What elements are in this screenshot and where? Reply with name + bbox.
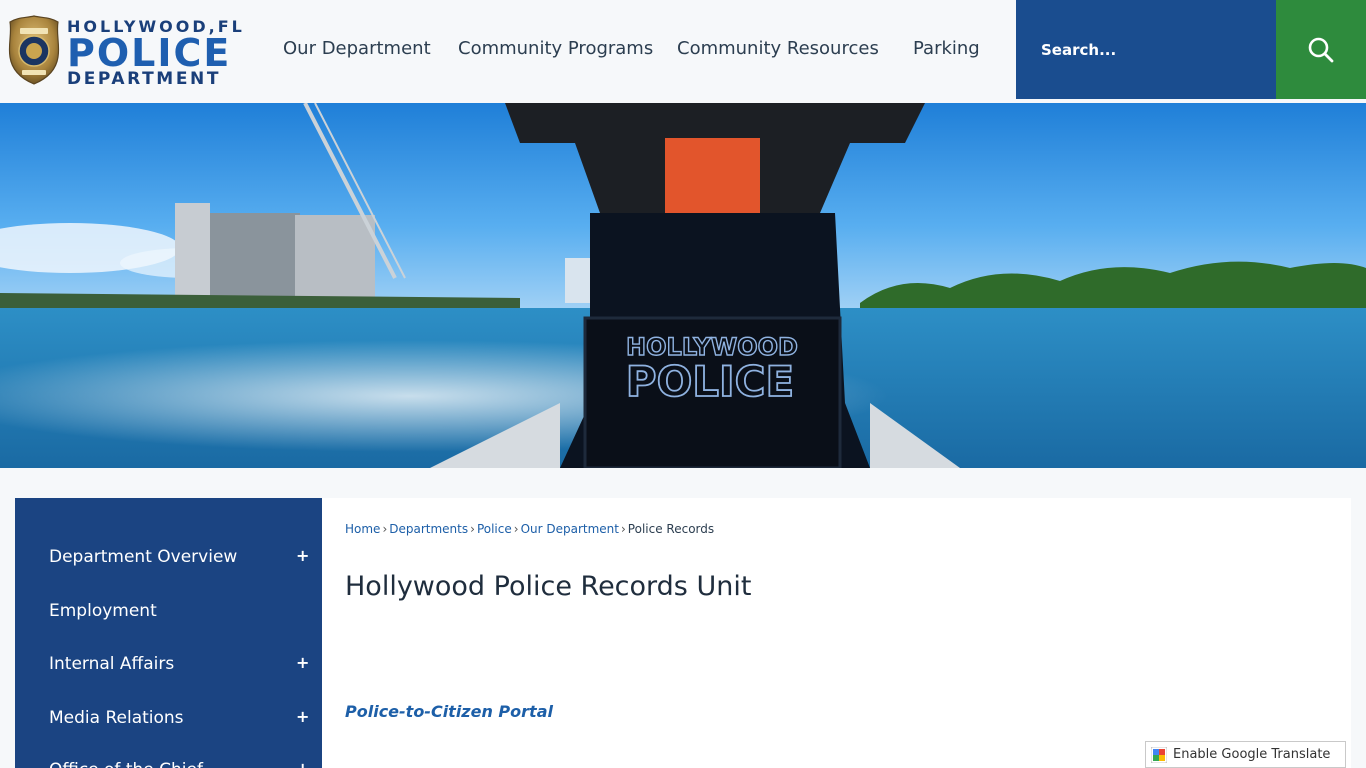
hero-banner: HOLLYWOOD POLICE: [0, 103, 1366, 468]
breadcrumb-current: Police Records: [627, 522, 715, 536]
sidebar-item-label: Employment: [49, 601, 157, 621]
translate-label: Enable Google Translate: [1173, 747, 1331, 762]
boat-text-police: POLICE: [626, 357, 794, 406]
search-input[interactable]: [1016, 0, 1276, 99]
expand-plus-icon[interactable]: +: [296, 546, 309, 565]
hero-image: HOLLYWOOD POLICE: [0, 103, 1366, 468]
breadcrumb-police[interactable]: Police: [477, 522, 512, 536]
sidebar-item-department-overview[interactable]: Department Overview +: [15, 533, 322, 585]
sidebar-item-label: Media Relations: [49, 708, 184, 728]
nav-community-resources[interactable]: Community Resources: [677, 38, 879, 59]
nav-our-department[interactable]: Our Department: [283, 38, 431, 59]
police-badge-icon: [8, 15, 60, 85]
sidebar-item-internal-affairs[interactable]: Internal Affairs +: [15, 640, 322, 692]
breadcrumb-our-department[interactable]: Our Department: [521, 522, 619, 536]
expand-plus-icon[interactable]: +: [296, 653, 309, 672]
expand-plus-icon[interactable]: +: [296, 707, 309, 726]
expand-plus-icon[interactable]: +: [296, 759, 309, 768]
sidebar-item-label: Office of the Chief: [49, 760, 203, 768]
site-logo[interactable]: HOLLYWOOD,FL POLICE DEPARTMENT: [8, 14, 248, 88]
breadcrumb-home[interactable]: Home: [345, 522, 380, 536]
page-title: Hollywood Police Records Unit: [345, 571, 752, 602]
logo-wordmark: HOLLYWOOD,FL POLICE DEPARTMENT: [67, 18, 245, 89]
google-translate-icon: [1151, 746, 1167, 763]
breadcrumb: Home › Departments › Police › Our Department › P…: [345, 522, 715, 536]
nav-parking[interactable]: Parking: [913, 38, 980, 59]
main-content: Home › Departments › Police › Our Department › P…: [322, 498, 1351, 768]
police-to-citizen-portal-link[interactable]: Police-to-Citizen Portal: [345, 702, 553, 721]
logo-police-text: POLICE: [67, 31, 232, 75]
sidebar-item-office-of-the-chief[interactable]: Office of the Chief +: [15, 746, 322, 768]
google-translate-button[interactable]: Enable Google Translate: [1145, 741, 1346, 768]
sidebar-item-media-relations[interactable]: Media Relations +: [15, 694, 322, 746]
search-icon: [1308, 37, 1334, 62]
site-header: HOLLYWOOD,FL POLICE DEPARTMENT Our Depar…: [0, 0, 1366, 103]
sidebar-item-employment[interactable]: Employment: [15, 587, 322, 639]
search-button[interactable]: [1276, 0, 1366, 99]
sidebar-nav: Department Overview + Employment Interna…: [15, 498, 322, 768]
logo-department-text: DEPARTMENT: [67, 69, 222, 89]
nav-community-programs[interactable]: Community Programs: [458, 38, 653, 59]
search-box: [1016, 0, 1276, 99]
breadcrumb-departments[interactable]: Departments: [389, 522, 468, 536]
sidebar-item-label: Department Overview: [49, 547, 238, 567]
sidebar-item-label: Internal Affairs: [49, 654, 175, 674]
